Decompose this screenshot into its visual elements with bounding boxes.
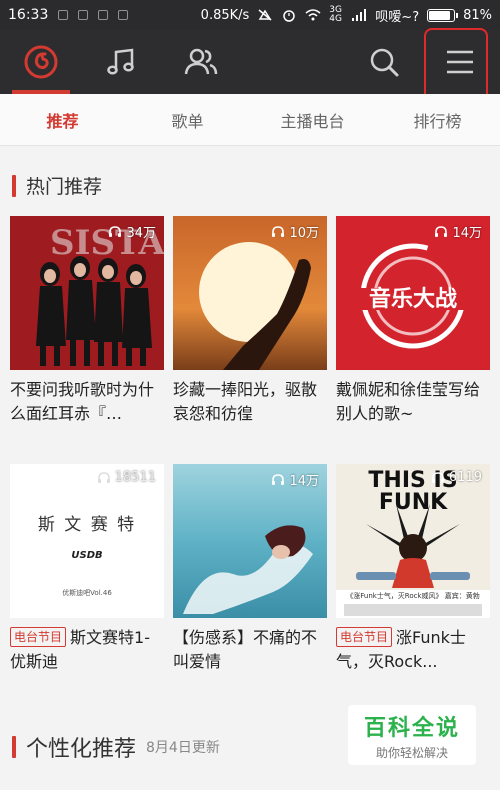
- playlist-card[interactable]: 10万 珍藏一捧阳光，驱散哀怨和彷徨: [173, 216, 327, 426]
- section-accent-bar: [12, 736, 16, 758]
- netease-music-logo-icon[interactable]: [12, 30, 70, 94]
- headphones-icon: [109, 226, 122, 237]
- radio-cover[interactable]: 斯 文 赛 特 USDB 优斯迪吧Vol.46 18511: [10, 464, 164, 618]
- cover-caption: 优斯迪吧Vol.46: [62, 589, 112, 597]
- personal-section-header: 个性化推荐 8月4日更新: [12, 731, 220, 763]
- cover-caption: 《涨Funk士气，灭Rock威风》 嘉宾：黄勃: [346, 592, 480, 600]
- watermark-logo: 百科全说 助你轻松解决: [348, 705, 476, 765]
- tab-bar: 推荐 歌单 主播电台 排行榜: [0, 94, 500, 146]
- play-count-value: 34万: [126, 226, 156, 241]
- status-time: 16:33: [8, 7, 49, 23]
- radio-badge: 电台节目: [336, 627, 393, 647]
- playlist-card[interactable]: SISTAR 34万 不要问我听歌时为什么面红耳赤『…: [10, 216, 164, 426]
- notification-icon: [118, 10, 129, 20]
- notification-icon: [78, 10, 89, 20]
- play-count: 34万: [108, 222, 156, 241]
- play-count: 6119: [431, 470, 482, 485]
- playlist-title[interactable]: 戴佩妮和徐佳莹写给别人的歌~: [336, 378, 490, 426]
- radio-title[interactable]: 电台节目 斯文赛特1-优斯迪: [10, 626, 164, 674]
- mute-icon: [258, 9, 272, 21]
- play-count: 18511: [97, 470, 156, 485]
- play-count-value: 6119: [448, 470, 482, 485]
- play-count-value: 14万: [289, 474, 319, 489]
- radio-title[interactable]: 电台节目 涨Funk士气，灭Rock...: [336, 626, 490, 674]
- signal-badge: 3G 4G: [329, 5, 342, 24]
- music-note-icon[interactable]: [92, 30, 150, 94]
- headphones-icon: [431, 472, 444, 483]
- notification-icon: [58, 10, 69, 20]
- signal-icon: [352, 9, 367, 21]
- play-count: 14万: [271, 470, 319, 489]
- battery-percent: 81%: [463, 7, 492, 23]
- watermark-sub: 助你轻松解决: [375, 745, 448, 760]
- battery-fill: [429, 10, 451, 20]
- radio-cover[interactable]: THIS IS FUNK 《涨Funk士气，灭Rock威风》 嘉宾：黄勃 611…: [336, 464, 490, 618]
- tab-recommend[interactable]: 推荐: [0, 94, 125, 145]
- carrier-name: 呗嗳~?: [375, 9, 420, 25]
- playlist-card[interactable]: 14万 【伤感系】不痛的不叫爱情: [173, 464, 327, 674]
- headphones-icon: [272, 474, 285, 485]
- watermark-main: 百科全说: [363, 715, 460, 741]
- section-accent-bar: [12, 174, 16, 197]
- tab-playlists[interactable]: 歌单: [125, 94, 250, 145]
- radio-card[interactable]: 斯 文 赛 特 USDB 优斯迪吧Vol.46 18511 电台节目 斯文赛特1-…: [10, 464, 164, 674]
- wifi-icon: [305, 9, 321, 21]
- svg-text:音乐大战: 音乐大战: [369, 286, 457, 312]
- play-count-value: 14万: [452, 226, 482, 241]
- tab-radio[interactable]: 主播电台: [250, 94, 375, 145]
- play-count-value: 18511: [114, 470, 156, 485]
- battery-icon: [427, 8, 459, 22]
- playlist-cover[interactable]: 音乐大战 14万: [336, 216, 490, 370]
- playlist-cover[interactable]: 14万: [173, 464, 327, 618]
- playlist-title[interactable]: 不要问我听歌时为什么面红耳赤『…: [10, 378, 164, 426]
- playlist-title[interactable]: 【伤感系】不痛的不叫爱情: [173, 626, 327, 674]
- playlist-cover[interactable]: 10万: [173, 216, 327, 370]
- cover-title: 斯 文 赛 特: [37, 515, 137, 535]
- headphones-icon: [435, 226, 448, 237]
- status-bar: 16:33 0.85K/s 3G 4G 呗嗳~? 81%: [0, 0, 500, 30]
- playlist-title[interactable]: 珍藏一捧阳光，驱散哀怨和彷徨: [173, 378, 327, 426]
- app-screen: 16:33 0.85K/s 3G 4G 呗嗳~? 81% 推荐 歌单 主播电台 …: [0, 0, 500, 790]
- search-icon[interactable]: [356, 30, 412, 94]
- section-updated: 8月4日更新: [146, 740, 220, 756]
- play-count-value: 10万: [289, 226, 319, 241]
- friends-icon[interactable]: [172, 30, 230, 94]
- headphones-icon: [272, 226, 285, 237]
- play-count: 14万: [434, 222, 482, 241]
- tab-charts[interactable]: 排行榜: [375, 94, 500, 145]
- section-title[interactable]: 个性化推荐: [26, 731, 136, 763]
- section-title[interactable]: 热门推荐: [26, 172, 102, 199]
- top-nav: [0, 30, 500, 94]
- radio-badge: 电台节目: [10, 627, 67, 647]
- cover-logo: USDB: [71, 550, 103, 561]
- menu-icon[interactable]: [432, 30, 488, 94]
- hot-section-header: 热门推荐: [12, 172, 102, 199]
- notification-icon: [98, 10, 109, 20]
- headphones-icon: [97, 472, 110, 483]
- radio-card[interactable]: THIS IS FUNK 《涨Funk士气，灭Rock威风》 嘉宾：黄勃 611…: [336, 464, 490, 674]
- network-speed: 0.85K/s: [200, 7, 250, 23]
- alarm-icon: [283, 10, 296, 22]
- play-count: 10万: [271, 222, 319, 241]
- playlist-card[interactable]: 音乐大战 14万 戴佩妮和徐佳莹写给别人的歌~: [336, 216, 490, 426]
- playlist-cover[interactable]: SISTAR 34万: [10, 216, 164, 370]
